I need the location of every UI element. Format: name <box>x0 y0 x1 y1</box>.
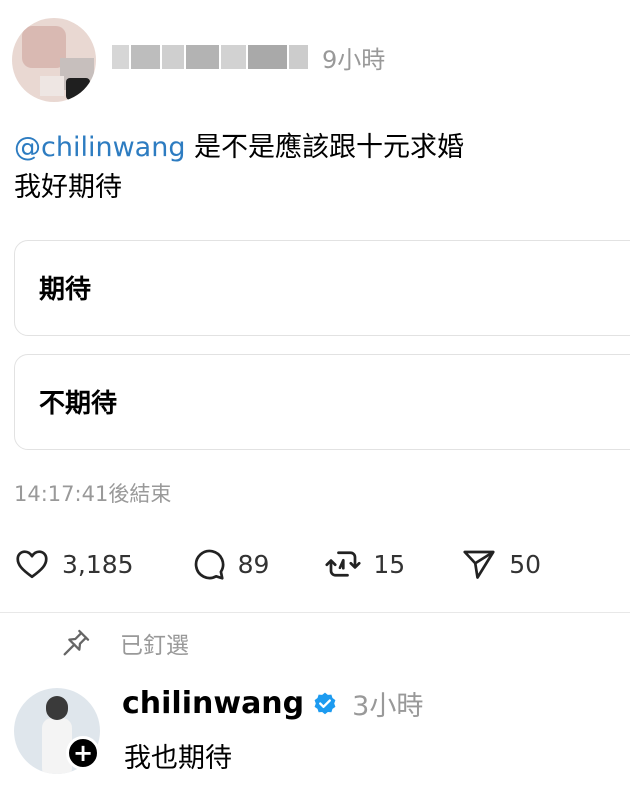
reply-username[interactable]: chilinwang <box>122 686 304 721</box>
post-text-line2: 我好期待 <box>14 172 122 203</box>
reply-timestamp: 3小時 <box>352 691 424 722</box>
author-avatar-blurred[interactable] <box>12 18 96 102</box>
post-text-line1: 是不是應該跟十元求婚 <box>185 132 465 163</box>
poll-option-label: 期待 <box>39 275 92 305</box>
repost-count: 15 <box>373 549 406 579</box>
like-button[interactable]: 3,185 <box>14 546 134 582</box>
poll-option-label: 不期待 <box>39 389 118 419</box>
divider <box>0 612 630 613</box>
share-button[interactable]: 50 <box>461 546 541 582</box>
author-name-blurred[interactable] <box>112 40 308 74</box>
follow-plus-icon[interactable]: + <box>66 736 100 770</box>
post-thread: 9小時 @chilinwang 是不是應該跟十元求婚 我好期待 期待 不期待 1… <box>0 0 630 800</box>
comment-icon <box>194 549 224 580</box>
repost-icon <box>325 551 361 577</box>
post-body: @chilinwang 是不是應該跟十元求婚 我好期待 <box>14 128 464 208</box>
mention-link[interactable]: @chilinwang <box>14 132 185 163</box>
comment-button[interactable]: 89 <box>190 546 270 582</box>
poll-option-1[interactable]: 期待 <box>14 240 630 336</box>
poll-ends-text: 14:17:41後結束 <box>14 482 172 506</box>
pin-icon <box>63 629 90 656</box>
post-timestamp: 9小時 <box>322 46 386 74</box>
send-icon <box>463 550 495 579</box>
share-count: 50 <box>509 549 542 579</box>
repost-button[interactable]: 15 <box>325 546 405 582</box>
reply-body: 我也期待 <box>124 743 232 774</box>
verified-badge-icon <box>314 692 336 714</box>
pinned-label: 已釘選 <box>120 633 189 659</box>
poll-option-2[interactable]: 不期待 <box>14 354 630 450</box>
comment-count: 89 <box>237 549 270 579</box>
pinned-indicator: 已釘選 <box>60 626 189 660</box>
reply-header: chilinwang 3小時 <box>122 684 423 723</box>
like-count: 3,185 <box>62 549 134 579</box>
action-bar: 3,185 89 15 50 <box>14 544 597 584</box>
heart-icon <box>16 550 48 579</box>
